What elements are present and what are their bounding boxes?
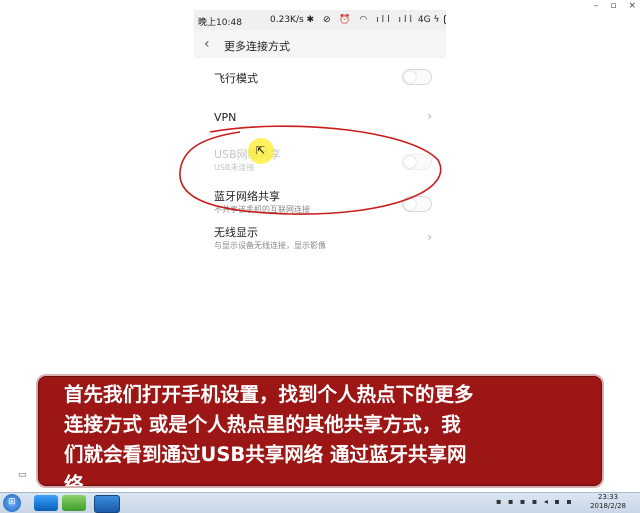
phone-screen: 晚上10:48 0.23K/s ✱ ⊘ ⏰ ◠ ıll ıll 4G ϟ ‹ 更… xyxy=(194,10,446,256)
close-icon[interactable]: × xyxy=(628,0,636,12)
desktop-side-icon: ▭ xyxy=(18,470,27,480)
status-time: 晚上10:48 xyxy=(198,18,242,28)
toggle-knob xyxy=(404,156,416,168)
system-tray[interactable]: ▪ ▪ ▪ ▪ ◂ ▪ ▪ xyxy=(496,497,574,506)
row-sub: 不共享该手机的互联网连接 xyxy=(214,205,310,214)
row-wireless-display[interactable]: 无线显示 与显示设备无线连接，显示影像 › xyxy=(194,224,446,256)
row-label: VPN xyxy=(214,111,237,124)
settings-list: 飞行模式 VPN › USB网络共享 USB未连接 蓝牙网络共享 不共享该手机的… xyxy=(194,58,446,256)
clock-date: 2018/2/28 xyxy=(590,502,626,510)
page-title: 更多连接方式 xyxy=(224,40,290,53)
taskbar: ⊞ ▪ ▪ ▪ ▪ ◂ ▪ ▪ 23:33 2018/2/28 xyxy=(0,492,640,513)
row-label: 无线显示 xyxy=(214,226,258,239)
battery-icon xyxy=(444,15,446,24)
chevron-right-icon: › xyxy=(427,230,432,244)
caption-text: 首先我们打开手机设置，找到个人热点下的更多 连接方式 或是个人热点里的其他共享方… xyxy=(64,383,474,488)
chevron-right-icon: › xyxy=(427,109,432,123)
minimize-icon[interactable]: – xyxy=(594,0,599,12)
status-right: 0.23K/s ✱ ⊘ ⏰ ◠ ıll ıll 4G ϟ xyxy=(270,15,446,25)
row-sub: USB未连接 xyxy=(214,163,255,172)
app-m-icon[interactable] xyxy=(94,495,120,513)
clock[interactable]: 23:33 2018/2/28 xyxy=(590,493,626,511)
status-icons: ✱ ⊘ ⏰ ◠ ıll ıll xyxy=(306,15,415,25)
start-button[interactable]: ⊞ xyxy=(3,494,21,512)
wechat-icon[interactable] xyxy=(62,495,86,511)
charging-icon: ϟ xyxy=(433,15,440,25)
row-airplane-mode[interactable]: 飞行模式 xyxy=(194,58,446,96)
back-icon[interactable]: ‹ xyxy=(204,36,210,52)
subtitle-caption: 首先我们打开手机设置，找到个人热点下的更多 连接方式 或是个人热点里的其他共享方… xyxy=(36,374,604,488)
title-bar: ‹ 更多连接方式 xyxy=(194,30,446,58)
window-controls: – ▫ × xyxy=(594,0,636,12)
airplane-mode-toggle[interactable] xyxy=(402,69,432,85)
row-label: 飞行模式 xyxy=(214,72,258,85)
row-vpn[interactable]: VPN › xyxy=(194,98,446,136)
clock-time: 23:33 xyxy=(597,493,619,501)
row-usb-tethering: USB网络共享 USB未连接 xyxy=(194,140,446,180)
network-type: 4G xyxy=(417,15,431,25)
row-sub: 与显示设备无线连接，显示影像 xyxy=(214,241,326,250)
network-speed: 0.23K/s xyxy=(270,15,304,25)
toggle-knob xyxy=(404,71,416,83)
row-bluetooth-tethering[interactable]: 蓝牙网络共享 不共享该手机的互联网连接 xyxy=(194,182,446,222)
windows-logo-icon: ⊞ xyxy=(8,497,16,507)
maximize-icon[interactable]: ▫ xyxy=(610,0,616,12)
usb-tethering-toggle xyxy=(402,154,432,170)
ie-browser-icon[interactable] xyxy=(34,495,58,511)
toggle-knob xyxy=(404,198,416,210)
row-label: 蓝牙网络共享 xyxy=(214,190,280,203)
status-bar: 晚上10:48 0.23K/s ✱ ⊘ ⏰ ◠ ıll ıll 4G ϟ xyxy=(194,10,446,30)
bluetooth-tethering-toggle[interactable] xyxy=(402,196,432,212)
cursor-icon: ⇱ xyxy=(256,144,266,157)
